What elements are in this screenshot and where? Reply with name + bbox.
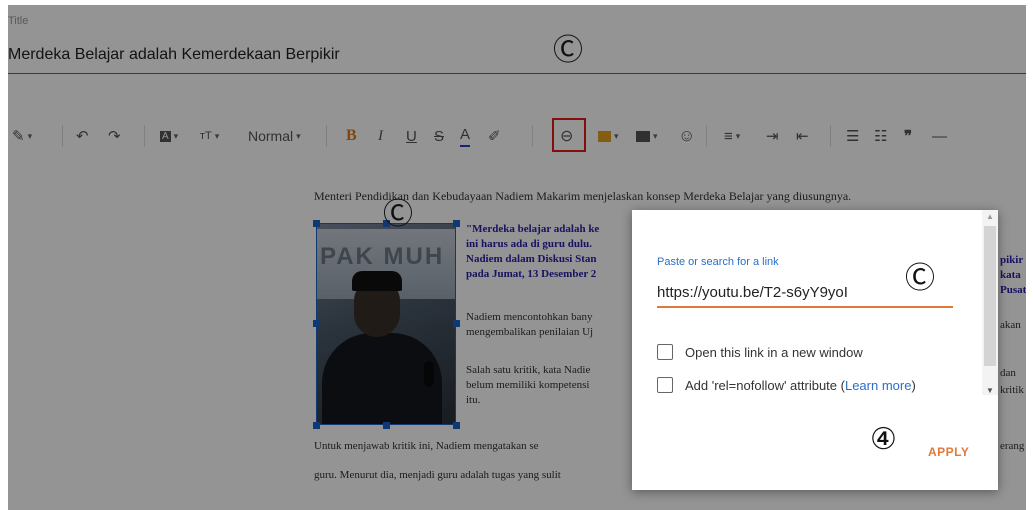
nofollow-label-close: ) — [911, 377, 916, 393]
screenshot-frame — [0, 0, 1034, 5]
screenshot-frame — [0, 0, 8, 510]
annotation-marker-link: Ⓒ — [553, 33, 583, 68]
new-window-option[interactable]: Open this link in a new window — [657, 344, 863, 360]
link-input-label: Paste or search for a link — [657, 256, 779, 268]
new-window-checkbox[interactable] — [657, 344, 673, 360]
new-window-label: Open this link in a new window — [685, 344, 863, 360]
learn-more-link[interactable]: Learn more — [845, 378, 911, 393]
annotation-marker-input: Ⓒ — [905, 261, 935, 296]
annotation-marker-image: Ⓒ — [383, 197, 413, 232]
editor-page: Title Merdeka Belajar adalah Kemerdekaan… — [0, 0, 1034, 510]
scroll-up-arrow-icon[interactable]: ▲ — [986, 212, 994, 221]
insert-link-dialog: Paste or search for a link Open this lin… — [632, 210, 998, 490]
apply-button[interactable]: APPLY — [928, 445, 969, 459]
nofollow-label: Add 'rel=nofollow' attribute ( — [685, 377, 845, 393]
dialog-scroll-thumb[interactable] — [984, 226, 996, 366]
annotation-marker-apply: ④ — [870, 422, 897, 457]
nofollow-checkbox[interactable] — [657, 377, 673, 393]
nofollow-option[interactable]: Add 'rel=nofollow' attribute (Learn more… — [657, 377, 916, 393]
screenshot-frame — [1026, 0, 1034, 510]
scroll-down-arrow-icon[interactable]: ▼ — [986, 386, 994, 395]
